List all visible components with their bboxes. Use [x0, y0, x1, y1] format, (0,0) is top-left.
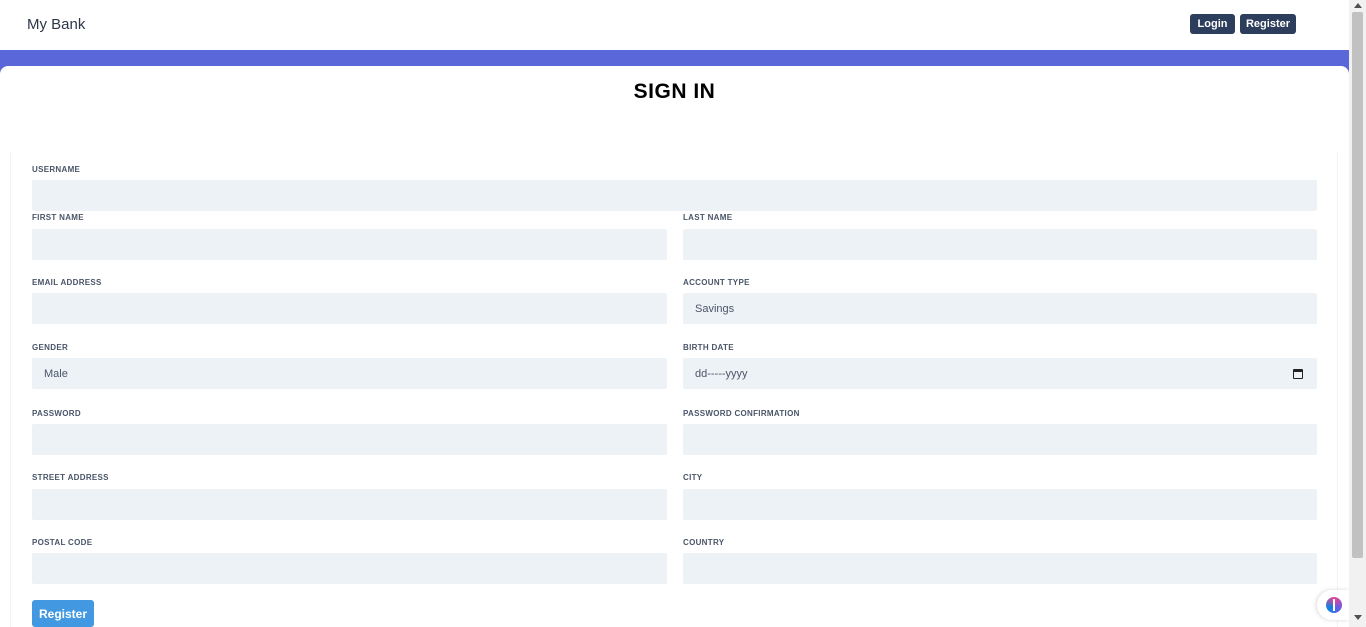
- password-confirmation-input[interactable]: [683, 424, 1317, 455]
- birth-date-placeholder: dd-----yyyy: [695, 367, 748, 380]
- email-input[interactable]: [32, 293, 667, 324]
- email-label: EMAIL ADDRESS: [32, 278, 102, 287]
- account-type-select[interactable]: Savings: [683, 293, 1317, 324]
- postal-code-label: POSTAL CODE: [32, 538, 93, 547]
- city-label: CITY: [683, 473, 703, 482]
- gender-label: GENDER: [32, 343, 69, 352]
- street-address-input[interactable]: [32, 489, 667, 520]
- birth-date-label: BIRTH DATE: [683, 343, 734, 352]
- brand-link[interactable]: My Bank: [27, 16, 85, 33]
- scrollbar-thumb[interactable]: [1352, 12, 1363, 558]
- top-navbar: My Bank Login Register: [0, 0, 1349, 50]
- password-confirmation-label: PASSWORD CONFIRMATION: [683, 409, 800, 418]
- first-name-input[interactable]: [32, 229, 667, 260]
- account-type-label: ACCOUNT TYPE: [683, 278, 750, 287]
- register-nav-button[interactable]: Register: [1240, 14, 1296, 34]
- login-button[interactable]: Login: [1190, 14, 1235, 34]
- scroll-down-arrow-icon[interactable]: [1354, 615, 1362, 620]
- city-input[interactable]: [683, 489, 1317, 520]
- country-label: COUNTRY: [683, 538, 725, 547]
- password-label: PASSWORD: [32, 409, 81, 418]
- last-name-label: LAST NAME: [683, 213, 733, 222]
- calendar-icon[interactable]: [1293, 369, 1303, 379]
- brain-icon: [1326, 597, 1342, 613]
- postal-code-input[interactable]: [32, 553, 667, 584]
- register-submit-button[interactable]: Register: [32, 600, 94, 627]
- first-name-label: FIRST NAME: [32, 213, 84, 222]
- last-name-input[interactable]: [683, 229, 1317, 260]
- street-address-label: STREET ADDRESS: [32, 473, 109, 482]
- assistant-badge[interactable]: [1317, 590, 1349, 620]
- username-label: USERNAME: [32, 165, 81, 174]
- scroll-up-arrow-icon[interactable]: [1354, 3, 1362, 8]
- page-scrollbar[interactable]: [1349, 0, 1366, 627]
- gender-select[interactable]: Male: [32, 358, 667, 389]
- password-input[interactable]: [32, 424, 667, 455]
- page-title: SIGN IN: [633, 80, 716, 103]
- country-input[interactable]: [683, 553, 1317, 584]
- username-input[interactable]: [32, 180, 1317, 211]
- birth-date-input[interactable]: dd-----yyyy: [683, 358, 1317, 389]
- viewport: My Bank Login Register SIGN IN USERNAME …: [0, 0, 1366, 627]
